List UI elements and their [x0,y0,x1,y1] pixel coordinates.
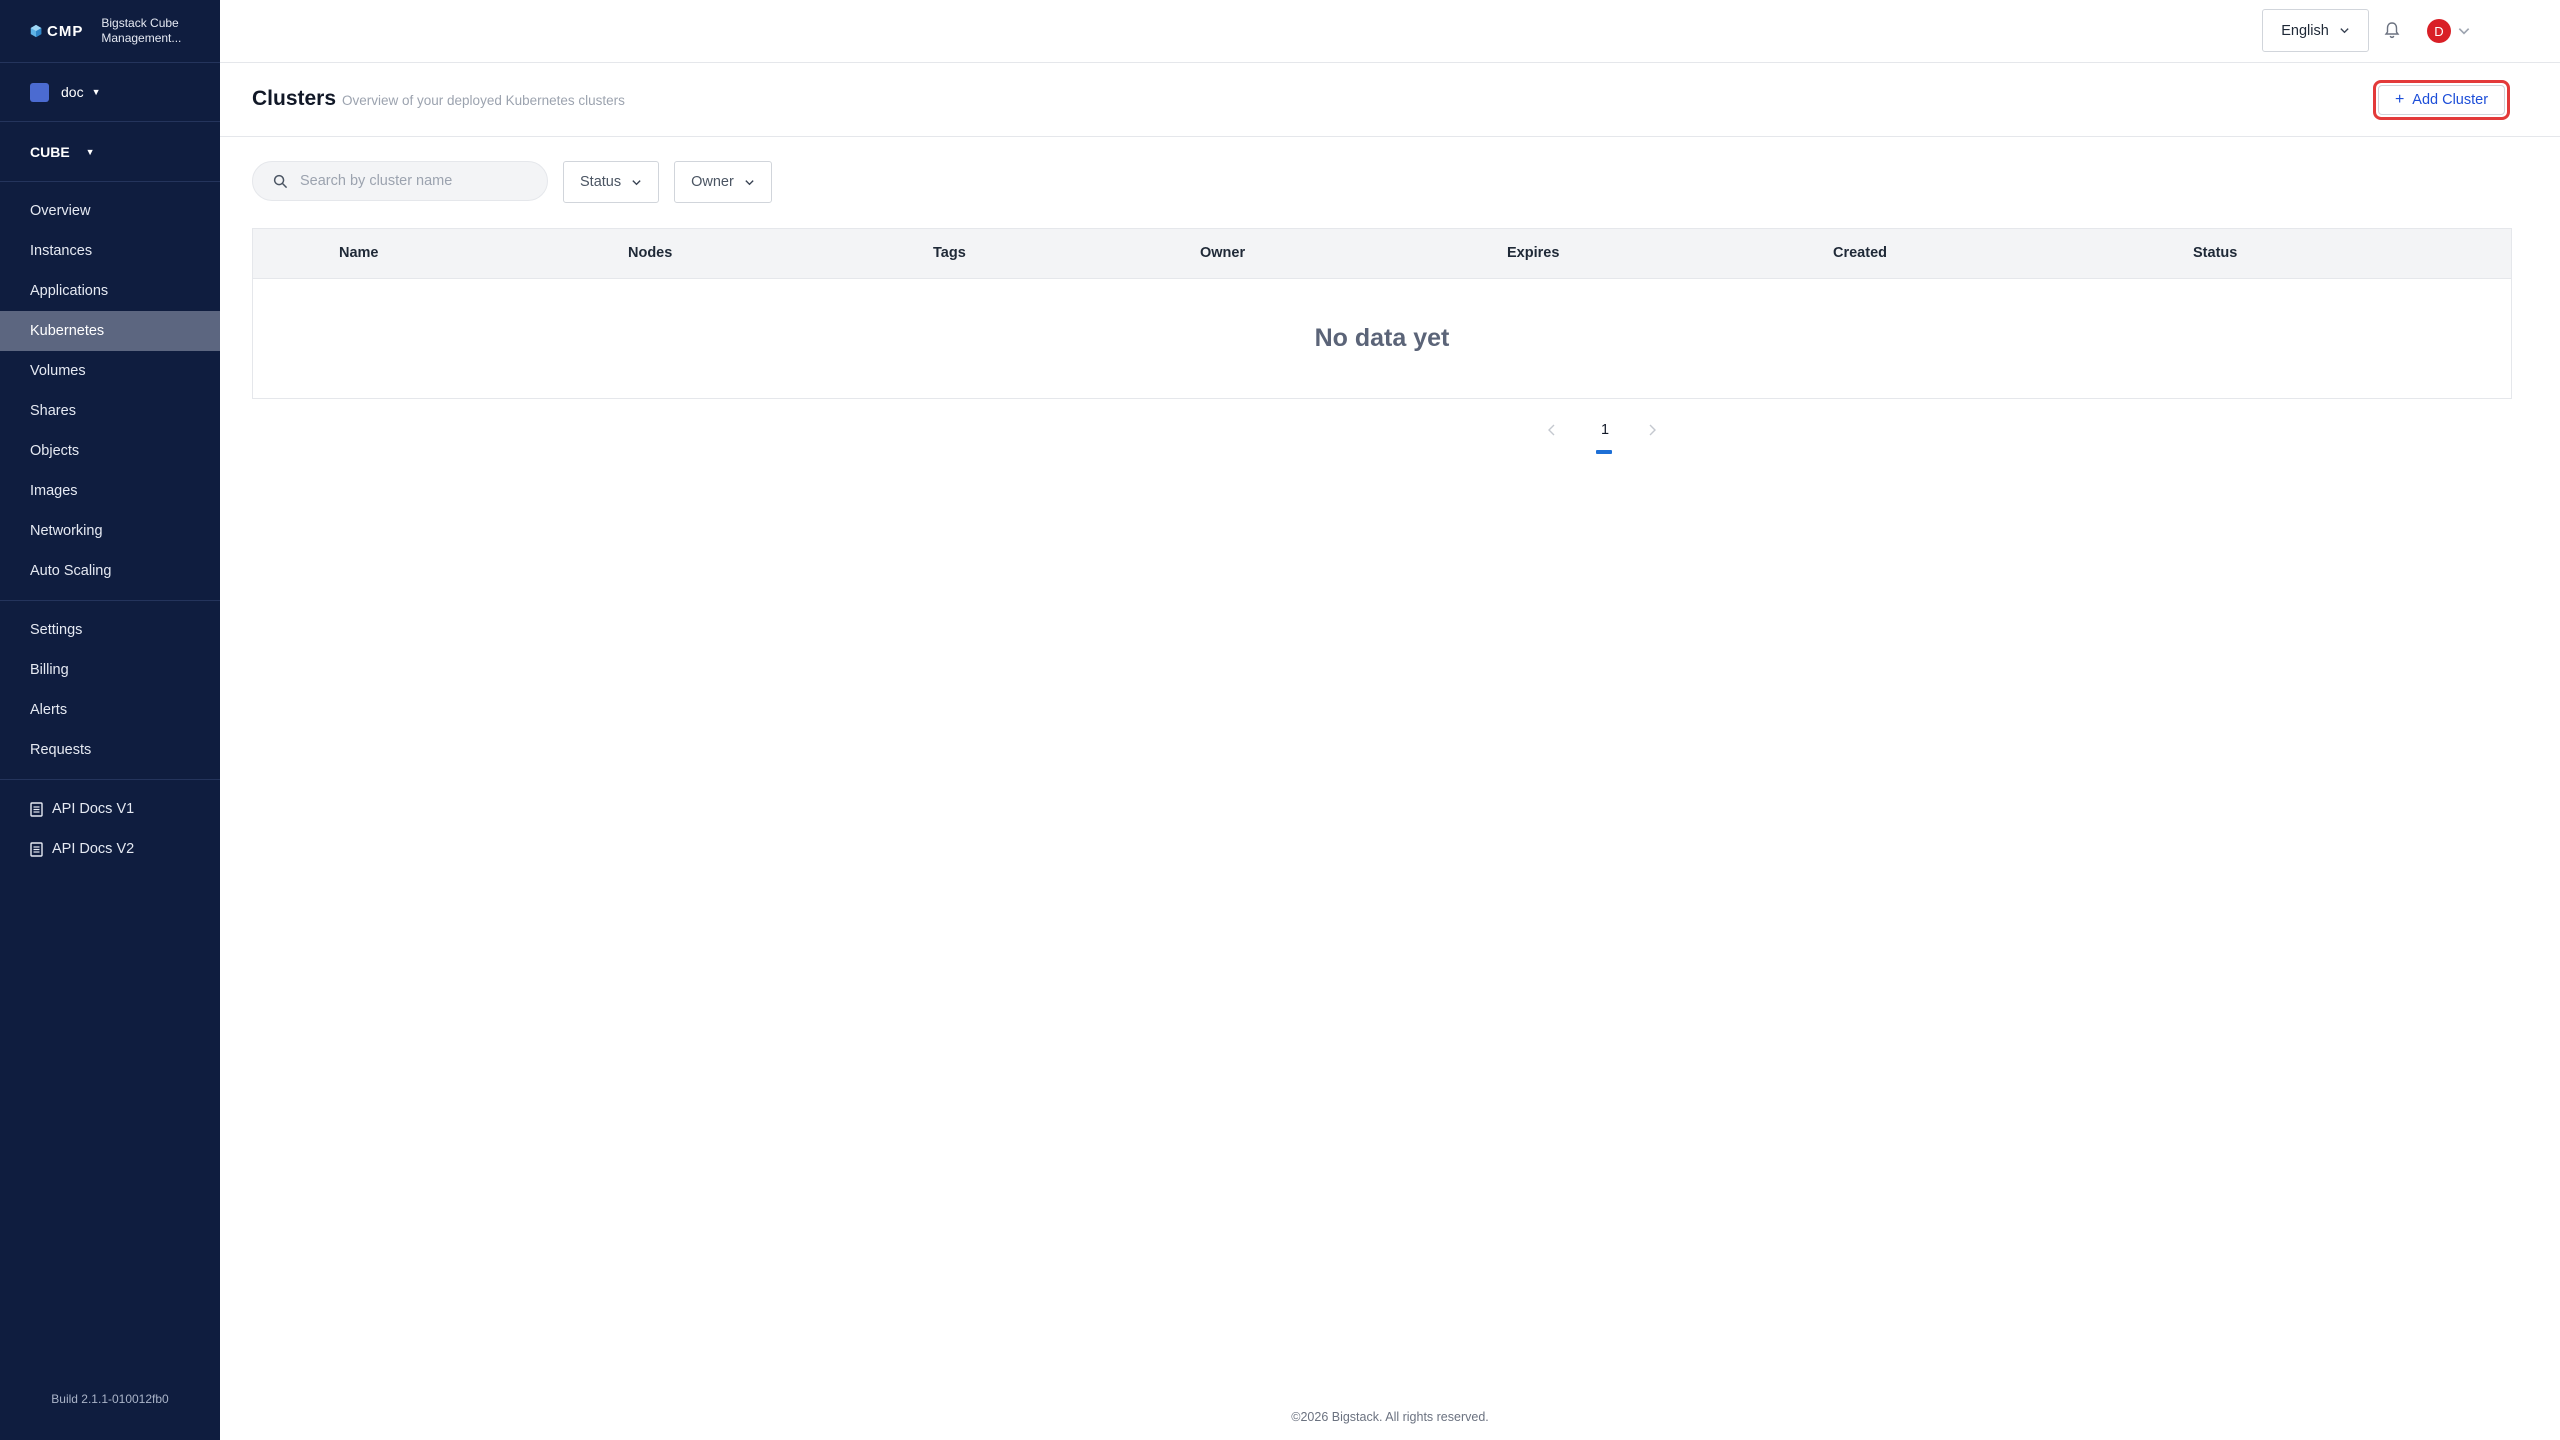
sidebar-item-overview[interactable]: Overview [0,191,220,231]
sidebar-item-settings[interactable]: Settings [0,610,220,650]
sidebar-item-billing[interactable]: Billing [0,650,220,690]
chevron-down-icon [632,179,641,185]
sidebar-item-objects[interactable]: Objects [0,431,220,471]
document-icon [30,801,43,817]
brand-short: CMP [47,22,84,40]
search-placeholder: Search by cluster name [300,173,453,189]
sidebar-item-shares[interactable]: Shares [0,391,220,431]
region-name: CUBE [30,143,70,160]
highlight-frame: + Add Cluster [2373,80,2510,120]
add-cluster-button[interactable]: + Add Cluster [2378,85,2505,115]
project-swatch [30,82,49,102]
sidebar-item-images[interactable]: Images [0,471,220,511]
column-header-status[interactable]: Status [2193,245,2237,261]
project-switcher[interactable]: doc ▼ [0,63,220,122]
sidebar-item-requests[interactable]: Requests [0,730,220,770]
brand[interactable]: CMP Bigstack Cube Management... [0,0,220,63]
sidebar-item-alerts[interactable]: Alerts [0,690,220,730]
column-header-owner[interactable]: Owner [1200,245,1245,261]
search-icon [273,174,288,188]
secondary-nav: Settings Billing Alerts Requests [0,601,220,780]
pagination: 1 [1320,417,1656,457]
region-switcher[interactable]: CUBE ▼ [0,122,220,182]
caret-down-icon: ▼ [91,87,101,97]
status-filter-label: Status [580,174,622,190]
brand-name: Bigstack Cube Management... [101,16,182,45]
sidebar-item-api-docs-v2[interactable]: API Docs V2 [0,829,220,869]
page-number[interactable]: 1 [1601,422,1609,438]
sidebar-item-instances[interactable]: Instances [0,231,220,271]
active-page-indicator [1596,450,1612,454]
sidebar: CMP Bigstack Cube Management... doc ▼ CU… [0,0,220,1440]
footer-copyright: ©2026 Bigstack. All rights reserved. [1291,1410,1489,1424]
language-label: English [2281,22,2329,39]
chevron-left-icon[interactable] [1546,423,1558,437]
filter-bar: Search by cluster name Status Owner [252,161,772,203]
table-header: Name Nodes Tags Owner Expires Created St… [253,229,2511,279]
bell-icon[interactable] [2383,21,2401,39]
build-version: Build 2.1.1-010012fb0 [51,1392,169,1406]
page-header: Clusters Overview of your deployed Kuber… [220,63,2560,137]
language-select[interactable]: English [2262,9,2369,52]
column-header-tags[interactable]: Tags [933,245,966,261]
chevron-right-icon[interactable] [1646,423,1658,437]
clusters-table: Name Nodes Tags Owner Expires Created St… [252,228,2512,399]
main-content: English D Clusters Overview of your depl… [220,0,2560,1440]
add-cluster-label: Add Cluster [2412,92,2489,108]
main-nav: Overview Instances Applications Kubernet… [0,182,220,601]
page-subtitle: Overview of your deployed Kubernetes clu… [342,93,625,108]
docs-nav: API Docs V1 API Docs V2 [0,780,220,878]
caret-down-icon: ▼ [85,146,95,157]
owner-filter[interactable]: Owner [674,161,772,203]
sidebar-item-applications[interactable]: Applications [0,271,220,311]
brand-logo: CMP [29,23,83,40]
sidebar-item-api-docs-v1[interactable]: API Docs V1 [0,789,220,829]
empty-state: No data yet [1314,324,1450,352]
document-icon [30,841,43,857]
column-header-expires[interactable]: Expires [1507,245,1559,261]
chevron-down-icon [2340,28,2349,34]
column-header-created[interactable]: Created [1833,245,1887,261]
owner-filter-label: Owner [691,174,734,190]
avatar[interactable]: D [2427,19,2451,43]
project-name: doc [61,84,84,100]
page-title: Clusters [252,87,337,110]
chevron-down-icon[interactable] [2457,24,2471,38]
topbar: English D [220,0,2560,63]
status-filter[interactable]: Status [563,161,660,203]
search-input[interactable]: Search by cluster name [252,161,548,201]
sidebar-item-volumes[interactable]: Volumes [0,351,220,391]
cube-icon [30,24,42,38]
column-header-name[interactable]: Name [339,245,379,261]
plus-icon: + [2394,91,2405,108]
chevron-down-icon [745,179,754,185]
sidebar-item-auto-scaling[interactable]: Auto Scaling [0,551,220,591]
sidebar-item-label: API Docs V2 [52,841,135,857]
sidebar-item-networking[interactable]: Networking [0,511,220,551]
sidebar-item-label: API Docs V1 [52,801,135,817]
sidebar-item-kubernetes[interactable]: Kubernetes [0,311,220,351]
column-header-nodes[interactable]: Nodes [628,245,672,261]
